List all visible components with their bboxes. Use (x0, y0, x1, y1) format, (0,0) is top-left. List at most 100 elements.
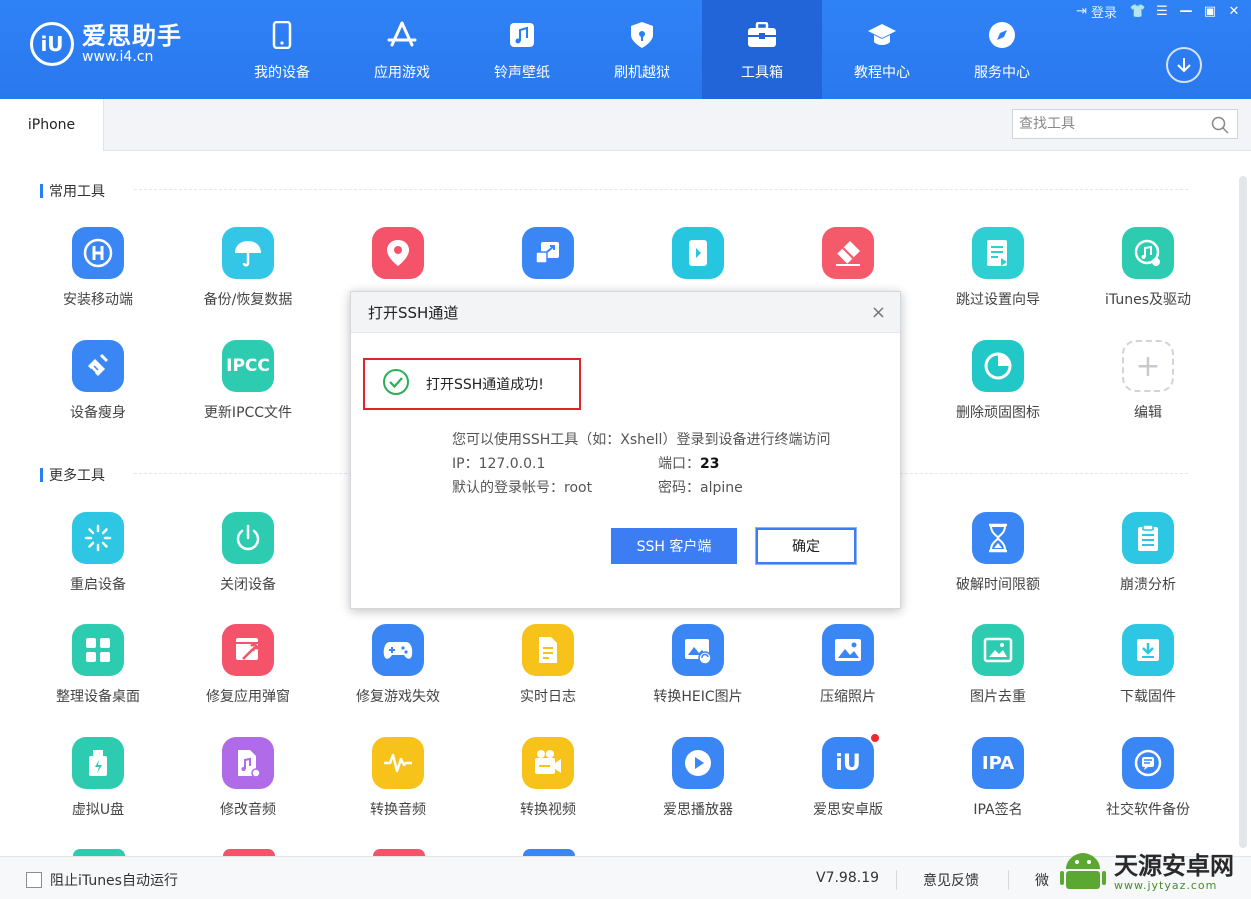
wechat-link[interactable]: 微 (1008, 870, 1049, 890)
tool-convert-video[interactable]: 转换视频 (473, 737, 623, 819)
tool-organize-desktop[interactable]: 整理设备桌面 (23, 624, 173, 706)
maximize-icon[interactable]: ▣ (1201, 3, 1219, 21)
nav-service[interactable]: 服务中心 (942, 0, 1062, 99)
check-circle-icon (382, 368, 410, 400)
main-nav: 我的设备 应用游戏 铃声壁纸 刷机越狱 工具箱 教程中心 服务中心 (222, 0, 1062, 99)
tool-ipa-sign[interactable]: IPA IPA签名 (923, 737, 1073, 819)
hourglass-icon (972, 512, 1024, 564)
restart-icon (72, 512, 124, 564)
tool-label: 爱思安卓版 (813, 802, 883, 818)
tool-label: 重启设备 (70, 577, 126, 593)
tool-update-ipcc[interactable]: IPCC 更新IPCC文件 (173, 340, 323, 422)
tool-crash-analysis[interactable]: 崩溃分析 (1073, 512, 1223, 594)
nav-label: 刷机越狱 (614, 65, 670, 81)
tool-fix-app-popup[interactable]: 修复应用弹窗 (173, 624, 323, 706)
tool-virtual-usb[interactable]: 虚拟U盘 (23, 737, 173, 819)
confirm-button[interactable]: 确定 (755, 527, 857, 565)
tool-convert-heic[interactable]: 转换HEIC图片 (623, 624, 773, 706)
music-icon (507, 20, 537, 50)
tool-erase[interactable] (773, 227, 923, 279)
tool-compress-photo[interactable]: 压缩照片 (773, 624, 923, 706)
tool-label: 编辑 (1134, 405, 1162, 421)
android-logo-icon (1060, 853, 1106, 889)
download-box-icon (1122, 624, 1174, 676)
partial-tool-icon (73, 849, 125, 856)
screen-mirror-icon (522, 227, 574, 279)
power-icon (222, 512, 274, 564)
app-logo: iU 爱思助手 www.i4.cn (30, 22, 182, 66)
tool-delete-icons[interactable]: 删除顽固图标 (923, 340, 1073, 422)
ssh-password: 密码：alpine (658, 480, 743, 496)
notification-dot (870, 733, 880, 743)
tool-label: 下载固件 (1120, 689, 1176, 705)
tool-restart[interactable]: 重启设备 (23, 512, 173, 594)
shield-icon (627, 20, 657, 50)
tool-screen-time[interactable]: 破解时间限额 (923, 512, 1073, 594)
device-tab-row: iPhone (0, 99, 1251, 151)
setup-guide-icon (972, 227, 1024, 279)
tool-virtual-location[interactable] (323, 227, 473, 279)
video-icon (522, 737, 574, 789)
watermark: 天源安卓网 www.jytyaz.com (1058, 849, 1234, 895)
nav-toolbox[interactable]: 工具箱 (702, 0, 822, 99)
tool-label: 图片去重 (970, 689, 1026, 705)
tool-label: 跳过设置向导 (956, 292, 1040, 308)
tool-label: 更新IPCC文件 (203, 405, 293, 421)
heic-icon (672, 624, 724, 676)
tool-convert-audio[interactable]: 转换音频 (323, 737, 473, 819)
nav-apps-games[interactable]: 应用游戏 (342, 0, 462, 99)
login-button[interactable]: ⇥ 登录 (1076, 2, 1117, 21)
tool-i4-android[interactable]: iU 爱思安卓版 (773, 733, 923, 819)
tool-label: 设备瘦身 (70, 405, 126, 421)
graduation-cap-icon (867, 20, 897, 50)
tool-skip-setup[interactable]: 跳过设置向导 (923, 227, 1073, 309)
minimize-icon[interactable]: — (1177, 3, 1195, 21)
download-icon[interactable] (1166, 47, 1202, 83)
audio-file-icon (222, 737, 274, 789)
tool-shutdown[interactable]: 关闭设备 (173, 512, 323, 594)
nav-label: 铃声壁纸 (494, 65, 550, 81)
tab-iphone[interactable]: iPhone (0, 99, 104, 151)
tool-label: 崩溃分析 (1120, 577, 1176, 593)
wrench-icon (222, 624, 274, 676)
ssh-instructions: 您可以使用SSH工具（如：Xshell）登录到设备进行终端访问 (452, 432, 831, 448)
ssh-ip: IP：127.0.0.1 (452, 456, 546, 472)
search-icon[interactable] (1211, 116, 1229, 138)
tool-install-mobile[interactable]: 安装移动端 (23, 227, 173, 309)
tool-social-backup[interactable]: 社交软件备份 (1073, 737, 1223, 819)
tool-itunes-driver[interactable]: iTunes及驱动 (1073, 227, 1223, 309)
tool-dedupe-photos[interactable]: 图片去重 (923, 624, 1073, 706)
nav-ringtones[interactable]: 铃声壁纸 (462, 0, 582, 99)
tool-realtime-screen[interactable] (623, 227, 773, 279)
tool-fix-game[interactable]: 修复游戏失效 (323, 624, 473, 706)
tool-label: 虚拟U盘 (71, 802, 125, 818)
tool-edit-audio[interactable]: 修改音频 (173, 737, 323, 819)
menu-icon[interactable]: ☰ (1153, 3, 1171, 21)
gamepad-icon (372, 624, 424, 676)
close-icon[interactable]: × (871, 302, 886, 323)
tool-edit[interactable]: + 编辑 (1073, 340, 1223, 422)
tool-screen-mirror[interactable] (473, 227, 623, 279)
tool-label: 社交软件备份 (1106, 802, 1190, 818)
block-itunes-checkbox[interactable]: 阻止iTunes自动运行 (26, 870, 178, 890)
photo-icon (822, 624, 874, 676)
search-input[interactable] (1019, 116, 1205, 132)
tool-i4-player[interactable]: 爱思播放器 (623, 737, 773, 819)
nav-flash-jailbreak[interactable]: 刷机越狱 (582, 0, 702, 99)
scrollbar[interactable] (1239, 176, 1247, 848)
tool-device-cleanup[interactable]: 设备瘦身 (23, 340, 173, 422)
tool-download-firmware[interactable]: 下载固件 (1073, 624, 1223, 706)
nav-tutorials[interactable]: 教程中心 (822, 0, 942, 99)
skin-icon[interactable]: 👕 (1129, 3, 1147, 21)
android-i4-icon: iU (822, 737, 874, 789)
tool-realtime-log[interactable]: 实时日志 (473, 624, 623, 706)
ssh-client-button[interactable]: SSH 客户端 (611, 528, 737, 564)
close-icon[interactable]: ✕ (1225, 3, 1243, 21)
nav-my-device[interactable]: 我的设备 (222, 0, 342, 99)
checkbox[interactable] (26, 872, 42, 888)
feedback-link[interactable]: 意见反馈 (896, 870, 979, 890)
tool-backup-restore[interactable]: 备份/恢复数据 (173, 227, 323, 309)
tool-label: 修复游戏失效 (356, 689, 440, 705)
watermark-url: www.jytyaz.com (1114, 878, 1218, 892)
tool-label: 删除顽固图标 (956, 405, 1040, 421)
